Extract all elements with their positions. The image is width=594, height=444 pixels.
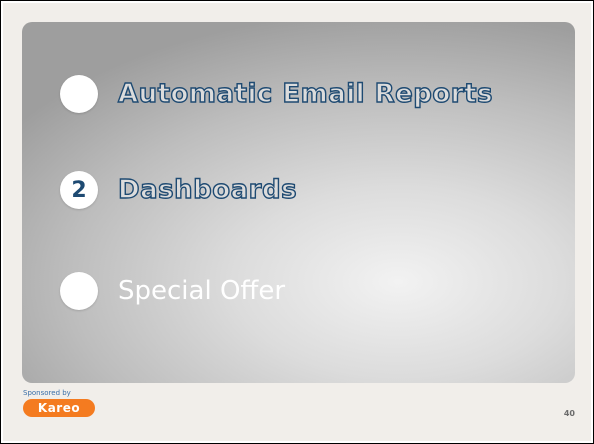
slide: Automatic Email Reports 2 Dashboards Spe… [3,3,591,441]
bullet-circle-icon: 2 [60,171,98,209]
content-panel: Automatic Email Reports 2 Dashboards Spe… [22,22,575,383]
agenda-item-label: Dashboards [117,174,298,205]
bullet-circle-icon [60,272,98,310]
sponsor-text: Sponsored by [23,389,71,397]
sponsor-block: Sponsored by Kareo [23,389,95,417]
logo-text: Kareo [37,401,81,415]
page-number: 40 [563,409,575,418]
agenda-item-label: Automatic Email Reports [117,78,493,109]
bullet-number: 2 [71,177,87,203]
slide-frame: Automatic Email Reports 2 Dashboards Spe… [0,0,594,444]
agenda-item-label: Special Offer [118,276,286,306]
bullet-circle-icon [60,75,98,113]
kareo-logo: Kareo [23,399,95,417]
